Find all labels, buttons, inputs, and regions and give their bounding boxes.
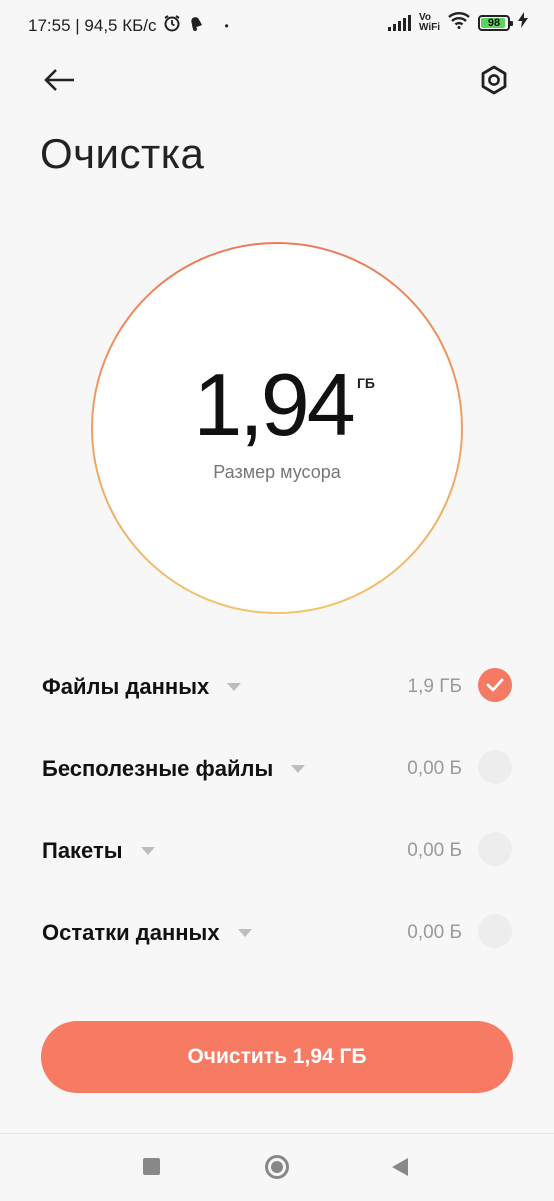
item-checkbox[interactable] xyxy=(478,668,512,702)
charging-icon xyxy=(518,12,528,33)
checkmark-icon xyxy=(486,678,504,692)
item-name-wrap: Файлы данных xyxy=(42,674,242,700)
page-title: Очистка xyxy=(40,130,205,177)
item-checkbox[interactable] xyxy=(478,832,512,866)
item-size: 0,00 Б xyxy=(407,922,462,943)
junk-size-label: Размер мусора xyxy=(213,462,341,482)
settings-hexagon-icon xyxy=(481,65,507,95)
item-name: Пакеты xyxy=(42,838,123,863)
signal-icon xyxy=(387,14,411,31)
battery-icon: 98 xyxy=(478,14,513,31)
item-checkbox[interactable] xyxy=(478,750,512,784)
dropdown-caret-icon[interactable] xyxy=(291,765,306,773)
item-name-wrap: Остатки данных xyxy=(42,920,252,946)
list-item[interactable]: Пакеты 0,00 Б xyxy=(0,820,554,880)
item-name-wrap: Пакеты xyxy=(42,838,155,864)
item-name: Файлы данных xyxy=(42,674,210,699)
clean-button[interactable]: Очистить 1,94 ГБ xyxy=(41,1021,513,1093)
recent-apps-square-icon[interactable] xyxy=(143,1158,160,1175)
home-circle-icon[interactable] xyxy=(265,1155,289,1179)
wifi-icon xyxy=(448,11,470,34)
vowifi-label: Vo WiFi xyxy=(418,11,440,33)
list-item[interactable]: Остатки данных 0,00 Б xyxy=(0,902,554,962)
status-bar: 17:55 | 94,5 КБ/с • Vo WiFi 98 xyxy=(0,0,554,48)
item-name-wrap: Бесполезные файлы xyxy=(42,756,306,782)
junk-size-gauge: 1,94 ГБ Размер мусора xyxy=(90,241,464,615)
junk-size-unit: ГБ xyxy=(357,375,375,391)
back-button[interactable] xyxy=(40,62,80,98)
item-size: 0,00 Б xyxy=(407,758,462,779)
dropdown-caret-icon[interactable] xyxy=(227,683,242,691)
battery-level: 98 xyxy=(487,16,501,29)
alarm-clock-icon xyxy=(163,14,181,37)
bell-icon xyxy=(187,14,205,37)
item-name: Бесполезные файлы xyxy=(42,756,274,781)
notification-dot: • xyxy=(224,18,229,33)
time-and-speed: 17:55 | 94,5 КБ/с xyxy=(28,15,157,35)
nav-back-triangle-icon[interactable] xyxy=(392,1158,408,1176)
settings-button[interactable] xyxy=(478,64,510,96)
item-checkbox[interactable] xyxy=(478,914,512,948)
item-size: 1,9 ГБ xyxy=(407,676,462,697)
item-size: 0,00 Б xyxy=(407,840,462,861)
system-nav-bar xyxy=(0,1133,554,1201)
dropdown-caret-icon[interactable] xyxy=(140,847,155,855)
gauge-value-wrap: 1,94 xyxy=(90,361,464,449)
status-left: 17:55 | 94,5 КБ/с • xyxy=(28,14,229,37)
status-right: Vo WiFi 98 xyxy=(387,11,528,34)
junk-size-value: 1,94 xyxy=(193,355,355,454)
list-item[interactable]: Файлы данных 1,9 ГБ xyxy=(0,656,554,716)
list-item[interactable]: Бесполезные файлы 0,00 Б xyxy=(0,738,554,798)
dropdown-caret-icon[interactable] xyxy=(237,929,252,937)
arrow-left-icon xyxy=(44,69,74,91)
item-name: Остатки данных xyxy=(42,920,220,945)
